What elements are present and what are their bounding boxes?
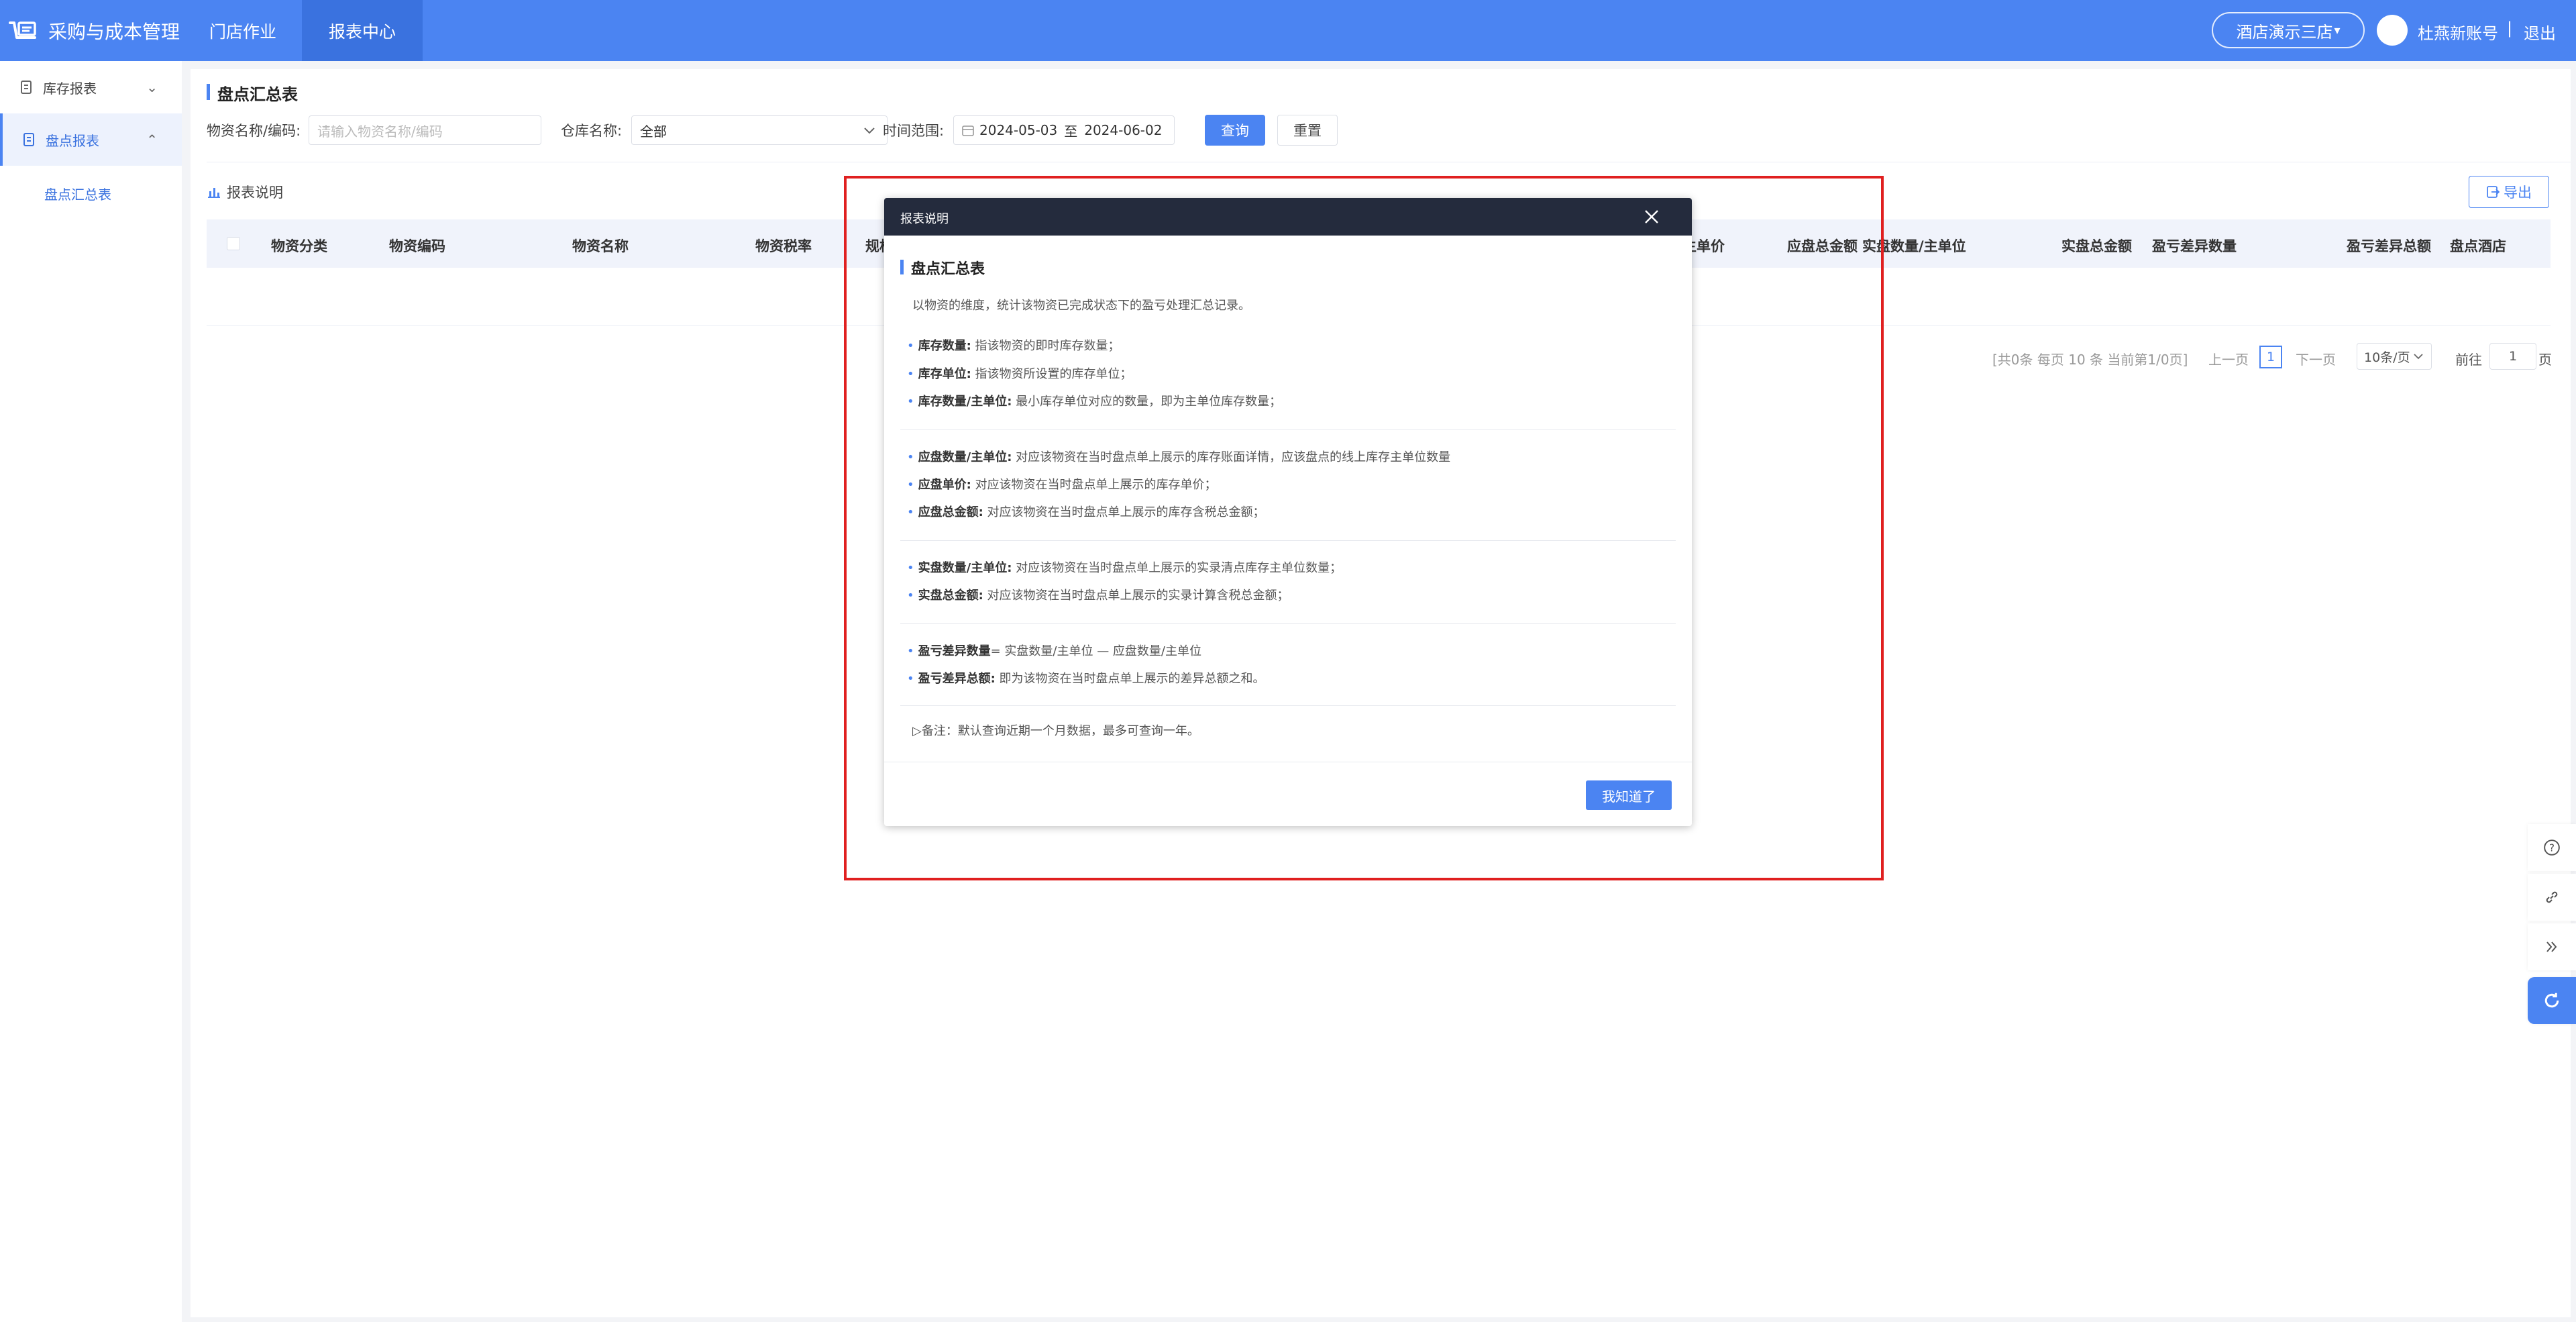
term: 实盘总金额:: [918, 589, 983, 603]
acknowledge-button[interactable]: 我知道了: [1586, 780, 1672, 810]
modal-divider: [900, 540, 1676, 541]
term: 库存数量/主单位:: [918, 395, 1012, 409]
term: 应盘单价:: [918, 478, 971, 492]
refresh-icon: [2544, 993, 2559, 1008]
term: 盈亏差异数量: [918, 644, 991, 658]
definition-item: • 库存数量/主单位: 最小库存单位对应的数量，即为主单位库存数量；: [907, 395, 1282, 409]
modal-divider: [900, 623, 1676, 624]
modal-divider: [900, 705, 1676, 706]
modal-note: ▷备注：默认查询近期一个月数据，最多可查询一年。: [912, 724, 1199, 738]
definition-item: • 库存单位: 指该物资所设置的库存单位；: [907, 367, 1132, 381]
definition: 对应该物资在当时盘点单上展示的实录清点库存主单位数量；: [1012, 561, 1342, 575]
collapse-icon: [2546, 942, 2557, 952]
heading-accent: [900, 260, 904, 274]
help-icon: ?: [2544, 840, 2560, 856]
modal-divider: [900, 429, 1676, 430]
help-button[interactable]: ?: [2528, 824, 2576, 871]
definition: 指该物资的即时库存数量；: [971, 339, 1120, 353]
link-icon: [2546, 891, 2558, 903]
report-doc-modal: 报表说明 盘点汇总表 以物资的维度，统计该物资已完成状态下的盈亏处理汇总记录。 …: [884, 198, 1692, 826]
term: 盈亏差异总额:: [918, 672, 996, 686]
term: 库存单位:: [918, 367, 971, 381]
definition-item: • 库存数量: 指该物资的即时库存数量；: [907, 339, 1120, 353]
link-button[interactable]: [2528, 874, 2576, 921]
modal-heading: 盘点汇总表: [911, 261, 985, 278]
definition: 对应该物资在当时盘点单上展示的库存单价；: [971, 478, 1217, 492]
definition-item: • 应盘数量/主单位: 对应该物资在当时盘点单上展示的库存账面详情，应该盘点的线上…: [907, 450, 1451, 464]
definition-item: • 应盘总金额: 对应该物资在当时盘点单上展示的库存含税总金额；: [907, 505, 1265, 519]
definition-item: • 应盘单价: 对应该物资在当时盘点单上展示的库存单价；: [907, 478, 1217, 492]
definition-item: • 盈亏差异数量= 实盘数量/主单位 — 应盘数量/主单位: [907, 644, 1201, 658]
definition-item: • 实盘总金额: 对应该物资在当时盘点单上展示的实录计算含税总金额；: [907, 589, 1289, 603]
modal-title: 报表说明: [900, 212, 949, 226]
svg-text:?: ?: [2549, 842, 2555, 854]
definition-item: • 盈亏差异总额: 即为该物资在当时盘点单上展示的差异总额之和。: [907, 672, 1265, 686]
term: 实盘数量/主单位:: [918, 561, 1012, 575]
modal-header: 报表说明: [884, 198, 1692, 236]
definition: = 实盘数量/主单位 — 应盘数量/主单位: [990, 644, 1201, 658]
close-icon[interactable]: [1644, 209, 1660, 225]
definition: 最小库存单位对应的数量，即为主单位库存数量；: [1012, 395, 1282, 409]
definition-item: • 实盘数量/主单位: 对应该物资在当时盘点单上展示的实录清点库存主单位数量；: [907, 561, 1342, 575]
modal-description: 以物资的维度，统计该物资已完成状态下的盈亏处理汇总记录。: [912, 299, 1250, 313]
refresh-button[interactable]: [2528, 977, 2576, 1024]
definition: 指该物资所设置的库存单位；: [971, 367, 1132, 381]
definition: 对应该物资在当时盘点单上展示的实录计算含税总金额；: [983, 589, 1289, 603]
term: 库存数量:: [918, 339, 971, 353]
definition: 对应该物资在当时盘点单上展示的库存含税总金额；: [983, 505, 1265, 519]
term: 应盘总金额:: [918, 505, 983, 519]
term: 应盘数量/主单位:: [918, 450, 1012, 464]
definition: 对应该物资在当时盘点单上展示的库存账面详情，应该盘点的线上库存主单位数量: [1012, 450, 1451, 464]
definition: 即为该物资在当时盘点单上展示的差异总额之和。: [995, 672, 1265, 686]
collapse-button[interactable]: [2528, 923, 2576, 970]
